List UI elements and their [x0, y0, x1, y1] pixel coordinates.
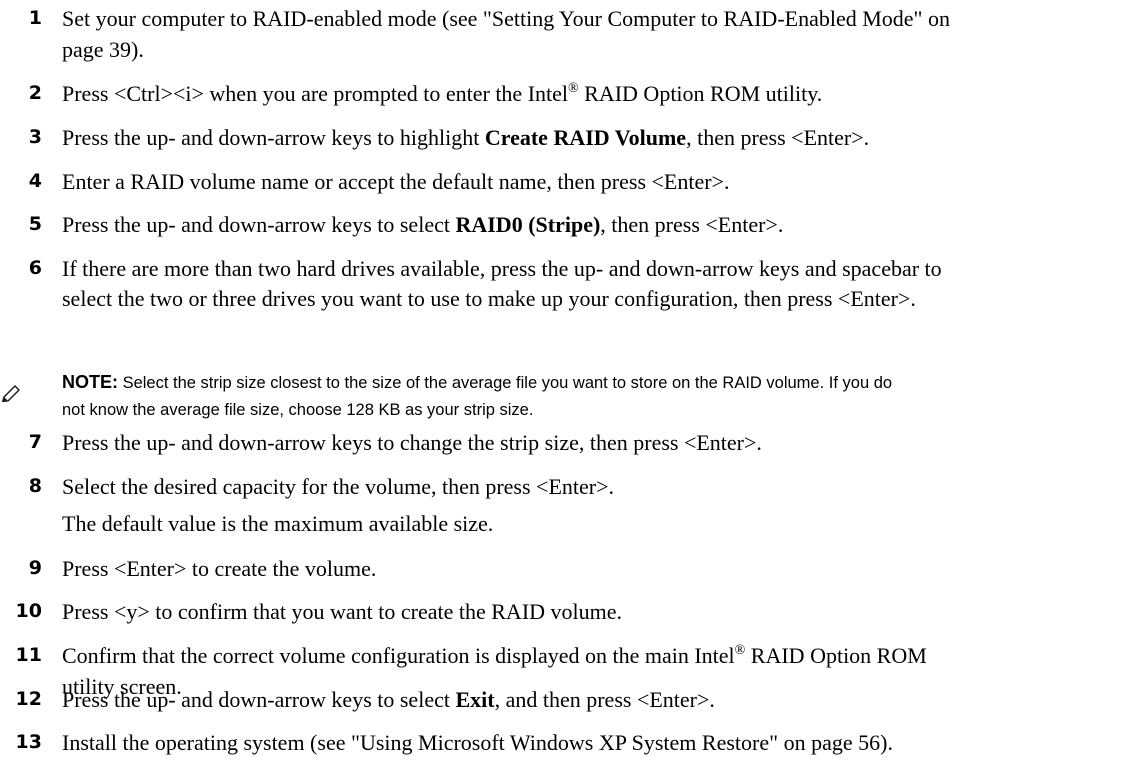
- step-text: Press <Enter> to create the volume.: [62, 556, 377, 581]
- step-detail: The default value is the maximum availab…: [62, 511, 494, 536]
- pencil-note-icon: [0, 383, 22, 405]
- step-text-line: select the two or three drives you want …: [62, 286, 916, 311]
- step-text: Press the up- and down-arrow keys to sel…: [62, 687, 715, 712]
- note-text-line: NOTE: Select the strip size closest to t…: [62, 372, 893, 392]
- step-number: 8: [28, 475, 42, 497]
- step-number: 7: [28, 431, 42, 453]
- step-text: Press the up- and down-arrow keys to hig…: [62, 125, 870, 150]
- note-label: NOTE:: [62, 372, 118, 392]
- step-text-line: page 39).: [62, 37, 144, 62]
- step-text: Press <Ctrl><i> when you are prompted to…: [62, 81, 823, 106]
- step-text-line: Set your computer to RAID-enabled mode (…: [62, 6, 951, 31]
- step-number: 1: [28, 7, 42, 29]
- step-text-line: If there are more than two hard drives a…: [62, 256, 942, 281]
- document-page: 1 Set your computer to RAID-enabled mode…: [0, 0, 1147, 766]
- step-text: Install the operating system (see "Using…: [62, 730, 893, 755]
- step-text: Press the up- and down-arrow keys to cha…: [62, 430, 762, 455]
- step-number: 3: [28, 126, 42, 148]
- step-number: 4: [28, 170, 42, 192]
- step-text: Press <y> to confirm that you want to cr…: [62, 599, 623, 624]
- step-text: Select the desired capacity for the volu…: [62, 474, 615, 499]
- step-number: 6: [28, 257, 42, 279]
- step-number: 9: [28, 557, 42, 579]
- step-text: Enter a RAID volume name or accept the d…: [62, 169, 730, 194]
- step-number: 11: [15, 644, 42, 666]
- step-text: Press the up- and down-arrow keys to sel…: [62, 212, 784, 237]
- step-number: 10: [15, 600, 42, 622]
- step-number: 2: [28, 82, 42, 104]
- note-text-line: not know the average file size, choose 1…: [62, 401, 534, 419]
- step-number: 12: [15, 688, 42, 710]
- step-text: Confirm that the correct volume configur…: [62, 643, 927, 668]
- step-number: 5: [28, 213, 42, 235]
- step-number: 13: [15, 731, 42, 753]
